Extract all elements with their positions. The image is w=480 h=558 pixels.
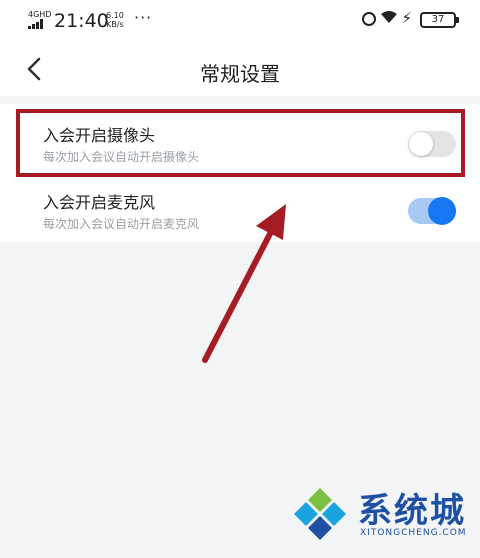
setting-microphone-row[interactable]: 入会开启麦克风 每次加入会议自动开启麦克风	[0, 174, 480, 242]
watermark-logo	[294, 488, 346, 540]
watermark-url: XITONGCHENG.COM	[360, 528, 467, 538]
highlight-box	[16, 109, 465, 177]
network-type: 4GHD	[28, 10, 52, 19]
status-bar: 4GHD 21:40 6.10 KB/s ··· ⚡ 37	[0, 0, 480, 44]
setting-microphone-subtitle: 每次加入会议自动开启麦克风	[43, 217, 200, 231]
battery-icon: 37	[420, 12, 459, 28]
watermark-text: 系统城	[358, 491, 466, 531]
microphone-toggle[interactable]	[408, 197, 456, 225]
setting-microphone-title: 入会开启麦克风	[43, 193, 156, 212]
nav-bar: 常规设置	[0, 44, 480, 96]
signal-icon	[28, 19, 46, 29]
status-time: 21:40	[54, 10, 109, 32]
network-speed: 6.10 KB/s	[106, 11, 124, 29]
wifi-icon	[381, 11, 397, 23]
network-speed-value: 6.10	[106, 11, 124, 20]
network-speed-unit: KB/s	[106, 20, 124, 29]
page-title: 常规设置	[200, 62, 280, 86]
charging-icon: ⚡	[401, 9, 412, 27]
more-notifications-icon: ···	[134, 8, 153, 27]
toggle-knob	[428, 197, 456, 225]
alarm-icon	[362, 12, 376, 26]
